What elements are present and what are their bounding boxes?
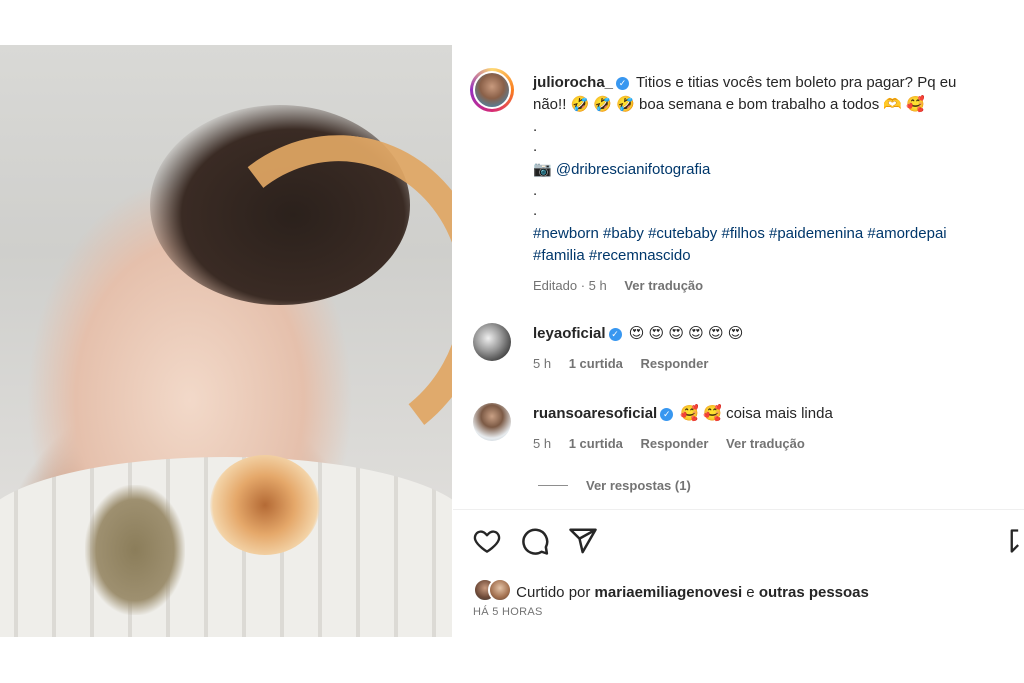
reply-button[interactable]: Responder xyxy=(641,356,709,371)
section-divider xyxy=(453,509,1024,510)
comment-meta: 5 h 1 curtida Responder xyxy=(533,356,722,371)
liked-prefix: Curtido por xyxy=(516,584,591,601)
verified-badge-icon: ✓ xyxy=(616,77,630,90)
heart-icon[interactable] xyxy=(472,526,502,556)
caption-dot: . xyxy=(533,202,538,219)
liked-others[interactable]: outras pessoas xyxy=(759,584,869,601)
comment-likes[interactable]: 1 curtida xyxy=(569,436,623,451)
author-avatar[interactable] xyxy=(470,68,514,112)
post-timestamp[interactable]: HÁ 5 HORAS xyxy=(473,606,543,618)
liker-username[interactable]: mariaemiliagenovesi xyxy=(595,584,743,601)
translate-link[interactable]: Ver tradução xyxy=(624,278,703,293)
caption-dot: . xyxy=(533,182,538,199)
reply-button[interactable]: Responder xyxy=(641,436,709,451)
comment-meta: 5 h 1 curtida Responder Ver tradução xyxy=(533,436,819,451)
translate-link[interactable]: Ver tradução xyxy=(726,436,805,451)
comment-ruansoaresoficial: ruansoaresoficial ✓ 🥰 🥰 coisa mais linda xyxy=(533,404,833,422)
comment-text: 🥰 🥰 coisa mais linda xyxy=(680,405,833,422)
photographer-line: 📷 @dribrescianifotografia xyxy=(533,160,710,178)
verified-badge-icon: ✓ xyxy=(608,328,622,341)
post-meta: Editado · 5 h Ver tradução xyxy=(533,278,717,293)
comment-icon[interactable] xyxy=(520,526,550,556)
bookmark-icon[interactable] xyxy=(1010,526,1024,556)
comment-time: 5 h xyxy=(533,436,552,451)
caption-line-2: não!! 🤣 🤣 🤣 boa semana e bom trabalho a … xyxy=(533,96,925,113)
felt-toy xyxy=(85,485,185,615)
comment-likes[interactable]: 1 curtida xyxy=(569,356,623,371)
view-replies-label: Ver respostas (1) xyxy=(586,478,691,493)
liker-avatar[interactable] xyxy=(488,578,512,602)
post-caption: juliorocha_ ✓ Titios e titias vocês tem b… xyxy=(533,72,1013,116)
hashtags-line-2[interactable]: #familia #recemnascido xyxy=(533,247,691,264)
hashtags-line-1[interactable]: #newborn #baby #cutebaby #filhos #paidem… xyxy=(533,225,947,242)
post-image[interactable] xyxy=(0,45,452,637)
comment-text: 😍 😍 😍 😍 😍 😍 xyxy=(628,325,744,342)
caption-dot: . xyxy=(533,118,538,135)
liked-by: Curtido por mariaemiliagenovesi e outras… xyxy=(473,578,869,602)
photographer-mention[interactable]: @dribrescianifotografia xyxy=(556,161,710,178)
liked-and: e xyxy=(746,584,755,601)
caption-line-1: Titios e titias vocês tem boleto pra pag… xyxy=(635,74,957,91)
view-replies-button[interactable]: Ver respostas (1) xyxy=(538,478,691,493)
edited-label: Editado · 5 h xyxy=(533,278,607,293)
commenter-avatar[interactable] xyxy=(473,403,511,441)
verified-badge-icon: ✓ xyxy=(660,408,674,421)
comment-username[interactable]: leyaoficial xyxy=(533,325,606,342)
comment-leyaoficial: leyaoficial ✓ 😍 😍 😍 😍 😍 😍 xyxy=(533,324,743,342)
author-username[interactable]: juliorocha_ xyxy=(533,74,613,91)
knit-flower xyxy=(210,455,320,555)
commenter-avatar[interactable] xyxy=(473,323,511,361)
share-icon[interactable] xyxy=(568,526,598,556)
comment-username[interactable]: ruansoaresoficial xyxy=(533,405,657,422)
camera-icon: 📷 xyxy=(533,161,552,178)
replies-divider xyxy=(538,485,568,486)
caption-dot: . xyxy=(533,138,538,155)
comment-time: 5 h xyxy=(533,356,552,371)
